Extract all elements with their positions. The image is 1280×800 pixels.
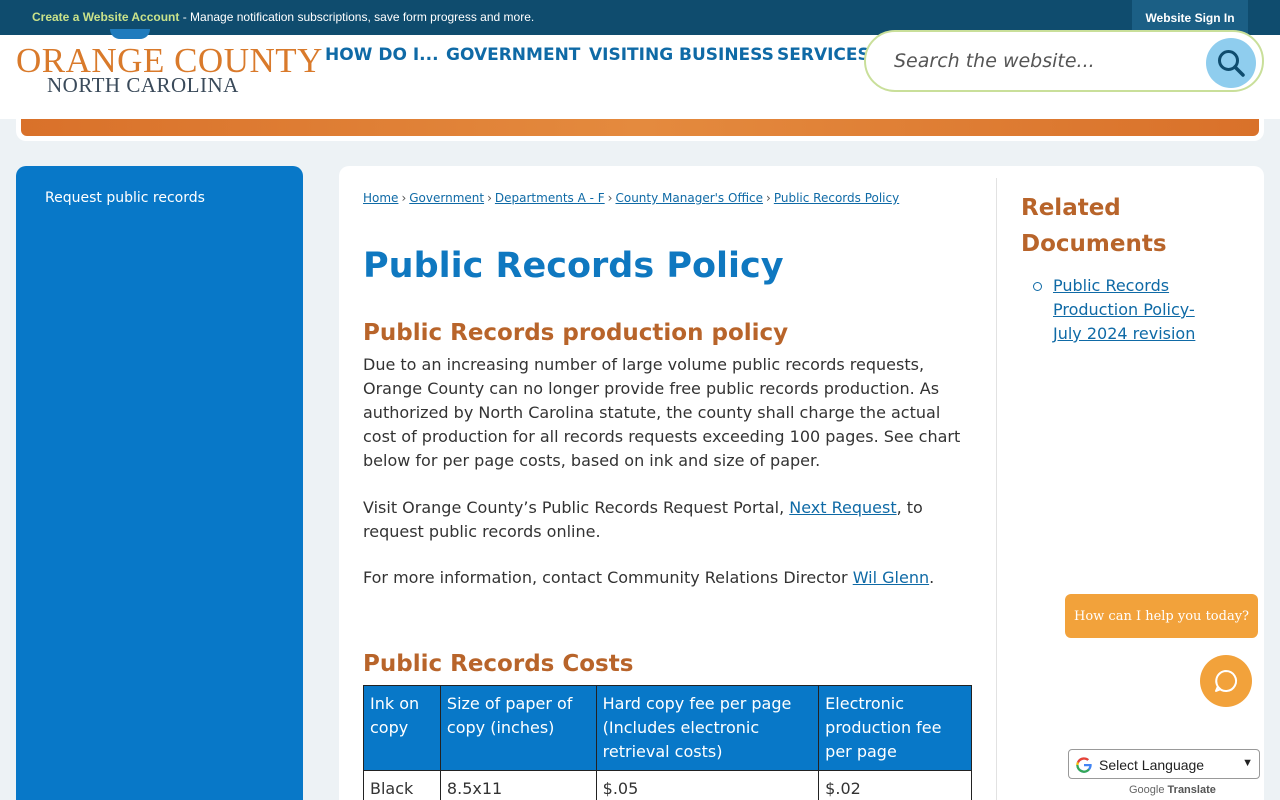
header-banner [16,119,1264,141]
search-box [864,30,1264,92]
sidebar: Request public records [16,166,303,800]
create-account-link[interactable]: Create a Website Account [32,10,179,24]
policy-paragraph: Due to an increasing number of large vol… [363,355,961,470]
table-cell: $.05 [595,770,820,800]
search-icon [1218,50,1245,77]
chevron-down-icon: ▼ [1242,757,1253,769]
search-button[interactable] [1206,38,1256,88]
breadcrumb: Home › Government › Departments A - F › County… [363,191,899,205]
breadcrumb-separator: › [766,191,771,205]
translate-link[interactable]: Translate [1168,784,1216,796]
next-request-link[interactable]: Next Request [789,498,896,517]
sidebar-item-request-public-records[interactable]: Request public records [45,190,205,206]
chat-button[interactable] [1200,655,1252,707]
main-content: Home › Government › Departments A - F › County… [339,166,1264,800]
contact-text-end: . [929,568,935,587]
table-cell: 8.5x11 [439,770,597,800]
costs-table: Ink on copy Size of paper of copy (inche… [363,685,972,800]
logo-subtitle[interactable]: NORTH CAROLINA [47,75,239,96]
language-select[interactable]: Select Language ▼ [1068,749,1260,779]
banner-strip [21,119,1259,136]
column-divider [996,178,997,800]
list-bullet [1033,282,1042,291]
portal-text: Visit Orange County’s Public Records Req… [363,498,790,517]
table-row: Black 8.5x11 $.05 $.02 [363,770,972,800]
section-heading-policy: Public Records production policy [363,320,789,346]
column-header-ink: Ink on copy [363,685,441,771]
nav-services[interactable]: SERVICES [777,45,870,65]
breadcrumb-separator: › [401,191,407,205]
breadcrumb-government[interactable]: Government [409,191,484,205]
page-title: Public Records Policy [363,246,784,286]
google-translate-credit: Google Translate [1129,784,1216,796]
column-header-paper-size: Size of paper of copy (inches) [439,685,597,771]
table-header-row: Ink on copy Size of paper of copy (inche… [363,685,972,771]
column-header-hard-copy-fee: Hard copy fee per page (Includes electro… [595,685,820,771]
language-select-label: Select Language [1099,757,1205,773]
breadcrumb-departments[interactable]: Departments A - F [495,191,605,205]
breadcrumb-home[interactable]: Home [363,191,398,205]
contact-text: For more information, contact Community … [363,568,853,587]
contact-paragraph: For more information, contact Community … [363,566,963,590]
search-input[interactable] [894,50,1194,72]
wil-glenn-link[interactable]: Wil Glenn [853,568,929,587]
nav-how-do-i[interactable]: HOW DO I... [325,45,439,65]
google-g-icon [1076,757,1092,773]
related-document-link[interactable]: Public Records Production Policy-July 20… [1053,274,1223,346]
notification-text: Create a Website Account - Manage notifi… [32,10,534,24]
breadcrumb-county-manager[interactable]: County Manager's Office [615,191,763,205]
portal-paragraph: Visit Orange County’s Public Records Req… [363,496,963,544]
google-logo-text: Google [1129,784,1165,796]
section-heading-costs: Public Records Costs [363,651,634,677]
chat-prompt[interactable]: How can I help you today? [1065,594,1258,638]
chat-icon [1215,670,1238,692]
notification-message: - Manage notification subscriptions, sav… [179,10,535,24]
table-cell: $.02 [818,770,972,800]
nav-government[interactable]: GOVERNMENT [446,45,580,65]
column-header-electronic-fee: Electronic production fee per page [818,685,972,771]
related-documents-title: Related Documents [1021,195,1167,257]
breadcrumb-separator: › [607,191,613,205]
breadcrumb-current[interactable]: Public Records Policy [774,191,899,205]
breadcrumb-separator: › [487,191,492,205]
nav-business[interactable]: BUSINESS [679,45,774,65]
nav-visiting[interactable]: VISITING [589,45,673,65]
logo-arc [110,29,150,39]
table-cell: Black [363,770,441,800]
site-header: ORANGE COUNTY NORTH CAROLINA HOW DO I...… [0,29,1280,119]
